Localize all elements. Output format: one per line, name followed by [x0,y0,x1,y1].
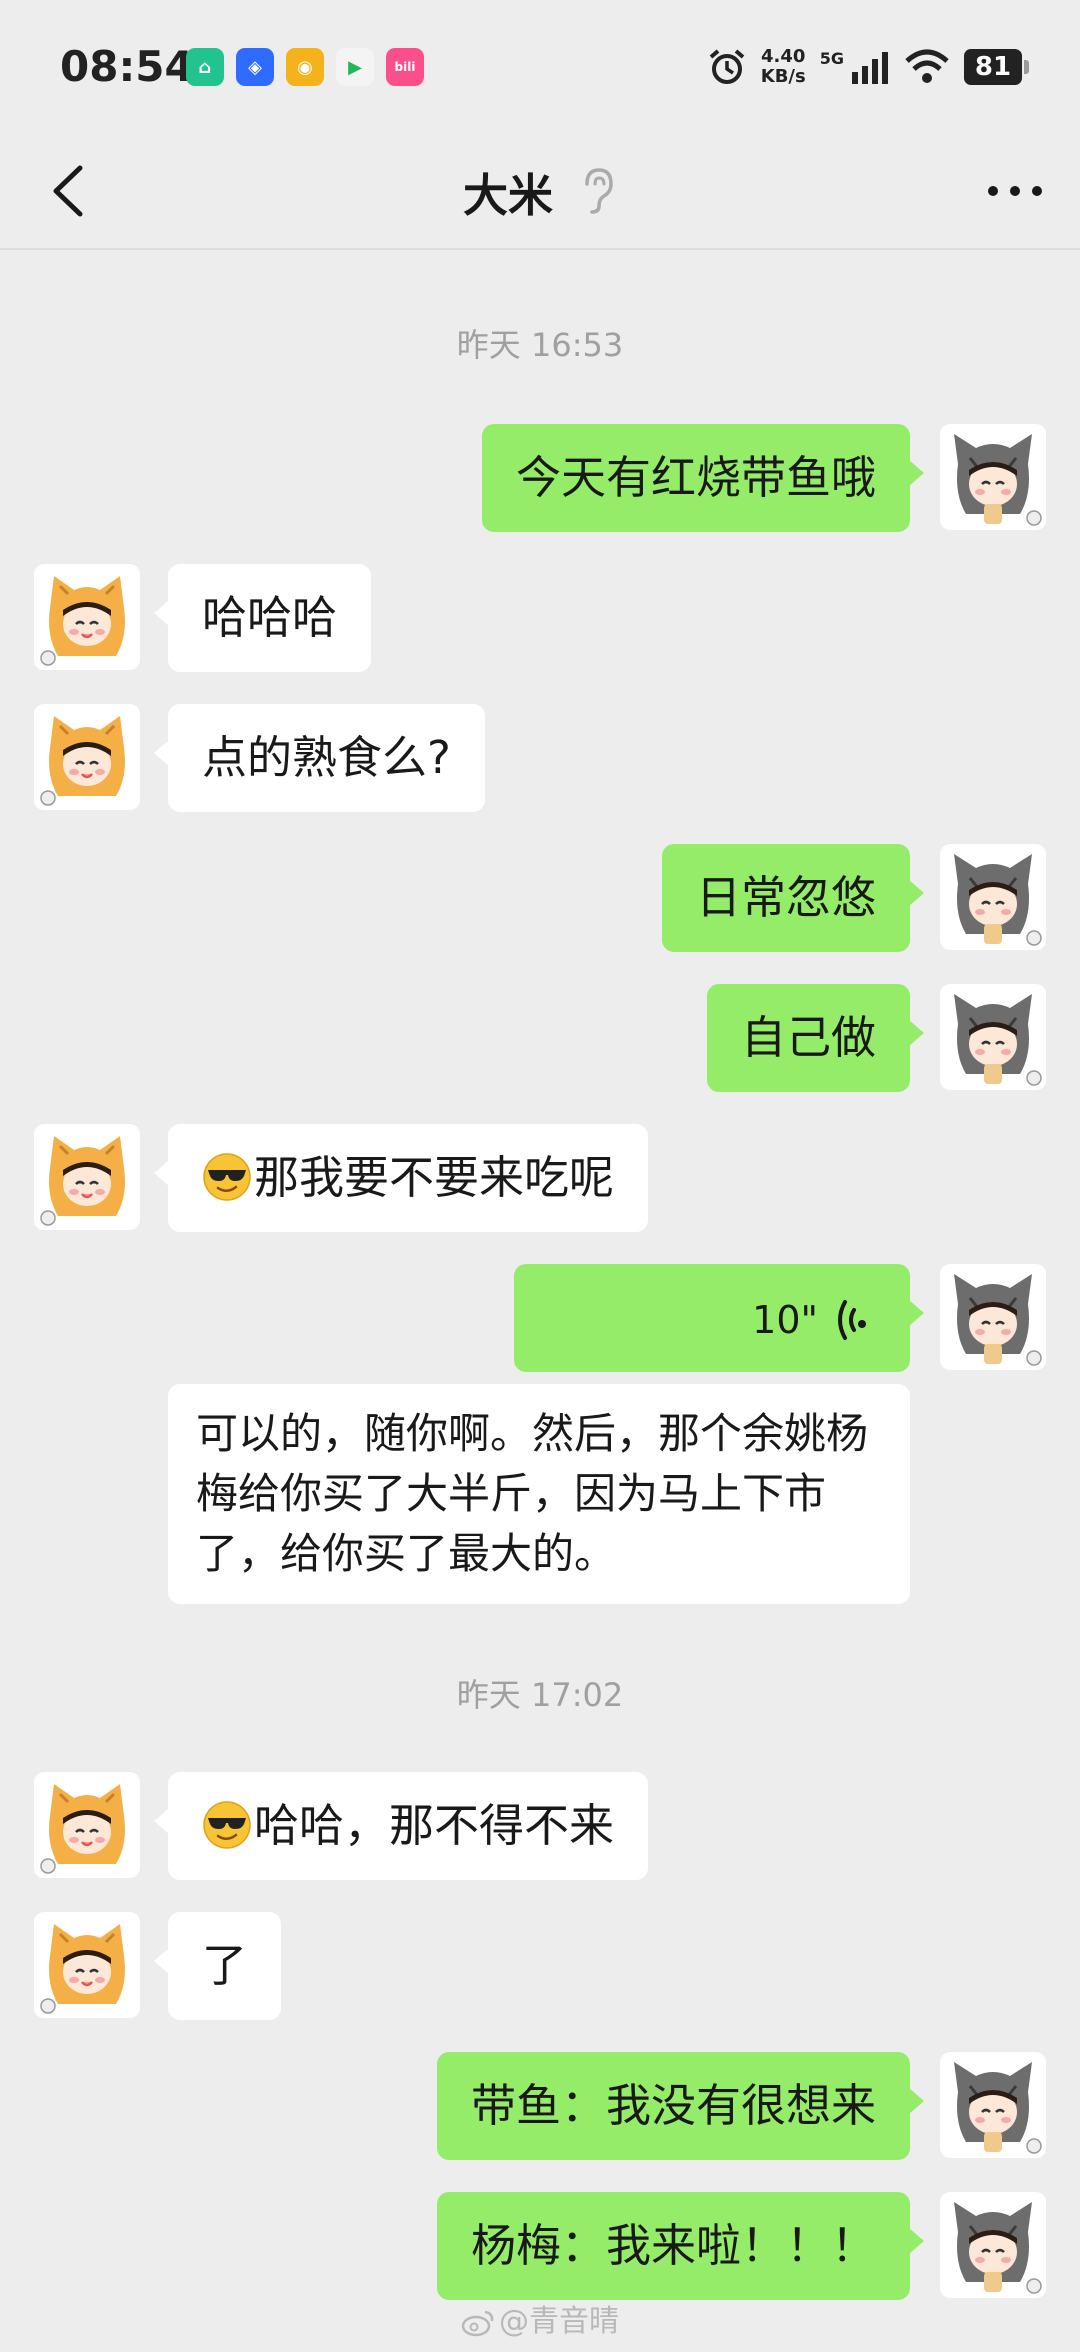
message-bubble-received[interactable]: 哈哈哈 [153,564,372,672]
dog-hood-avatar-icon [34,1124,140,1230]
video-play-icon: ▶ [336,48,374,86]
contact-avatar[interactable] [34,704,140,810]
signal-icon [852,52,888,84]
voice-message-content: 10" [752,1266,876,1374]
message-bubble-sent[interactable]: 今天有红烧带鱼哦 [481,424,925,532]
alarm-icon [709,49,745,84]
message-bubble-sent[interactable]: 日常忽悠 [661,844,925,952]
battery-icon: 81 [964,49,1029,85]
sunglasses-emoji-icon [203,1153,251,1201]
my-avatar[interactable] [940,2192,1046,2298]
my-avatar[interactable] [940,844,1046,950]
mi-home-icon: ⌂ [186,48,224,86]
my-avatar[interactable] [940,984,1046,1090]
message-bubble-received[interactable]: 点的熟食么? [154,704,485,812]
contact-avatar[interactable] [34,1772,140,1878]
title-area: 大米 [0,134,1080,248]
cat-hood-avatar-icon [940,1264,1046,1370]
sunglasses-emoji-icon [203,1801,251,1849]
timestamp: 昨天 17:02 [456,1676,624,1714]
weibo-logo-icon [461,2310,494,2336]
my-avatar[interactable] [940,424,1046,530]
voice-transcript-bubble[interactable]: 可以的，随你啊。然后，那个余姚杨梅给你买了大半斤，因为马上下市了，给你买了最大的… [168,1384,910,1604]
cat-hood-avatar-icon [940,844,1046,950]
cat-hood-avatar-icon [940,984,1046,1090]
dog-hood-avatar-icon [34,1912,140,2018]
message-bubble-received[interactable]: 那我要不要来吃呢 [153,1124,649,1232]
ear-icon [585,168,613,214]
wifi-icon [905,49,949,83]
weibo-watermark: @青音晴 [0,2296,1080,2340]
message-bubble-sent[interactable]: 杨梅：我来啦！！！ [436,2192,925,2300]
dog-hood-avatar-icon [34,704,140,810]
message-bubble-received[interactable]: 哈哈，那不得不来 [153,1772,649,1880]
weibo-icon: ◉ [286,48,324,86]
contact-avatar[interactable] [34,1124,140,1230]
message-bubble-sent[interactable]: 带鱼：我没有很想来 [436,2052,925,2160]
dog-hood-avatar-icon [34,564,140,670]
voice-duration: 10" [752,1298,818,1342]
cat-hood-avatar-icon [940,2052,1046,2158]
message-bubble-sent[interactable]: 自己做 [706,984,925,1092]
contact-avatar[interactable] [34,564,140,670]
net-speed: 4.40 KB/s [760,46,806,87]
status-right-indicators: 4.40 KB/s 5G 81 [707,42,1029,92]
dog-hood-avatar-icon [34,1772,140,1878]
chat-header: 大米 [0,134,1080,250]
my-avatar[interactable] [940,1264,1046,1370]
voice-message-bubble[interactable]: 10" [514,1264,924,1374]
more-dots-icon[interactable] [982,170,1048,212]
status-bar: 08:54 ⌂ ◈ ◉ ▶ bili 4.40 KB/s 5G 81 [0,0,1080,134]
network-type: 5G [819,48,844,68]
contact-avatar[interactable] [34,1912,140,2018]
cat-hood-avatar-icon [940,424,1046,530]
voice-wave-icon [838,1300,867,1340]
bluetooth-app-icon: ◈ [236,48,274,86]
status-time: 08:54 [60,42,194,91]
bilibili-icon: bili [386,48,424,86]
timestamp: 昨天 16:53 [456,326,624,364]
cat-hood-avatar-icon [940,2192,1046,2298]
status-app-icons: ⌂ ◈ ◉ ▶ bili [186,48,424,86]
chat-title: 大米 [462,168,553,222]
my-avatar[interactable] [940,2052,1046,2158]
message-bubble-received[interactable]: 了 [153,1912,282,2020]
